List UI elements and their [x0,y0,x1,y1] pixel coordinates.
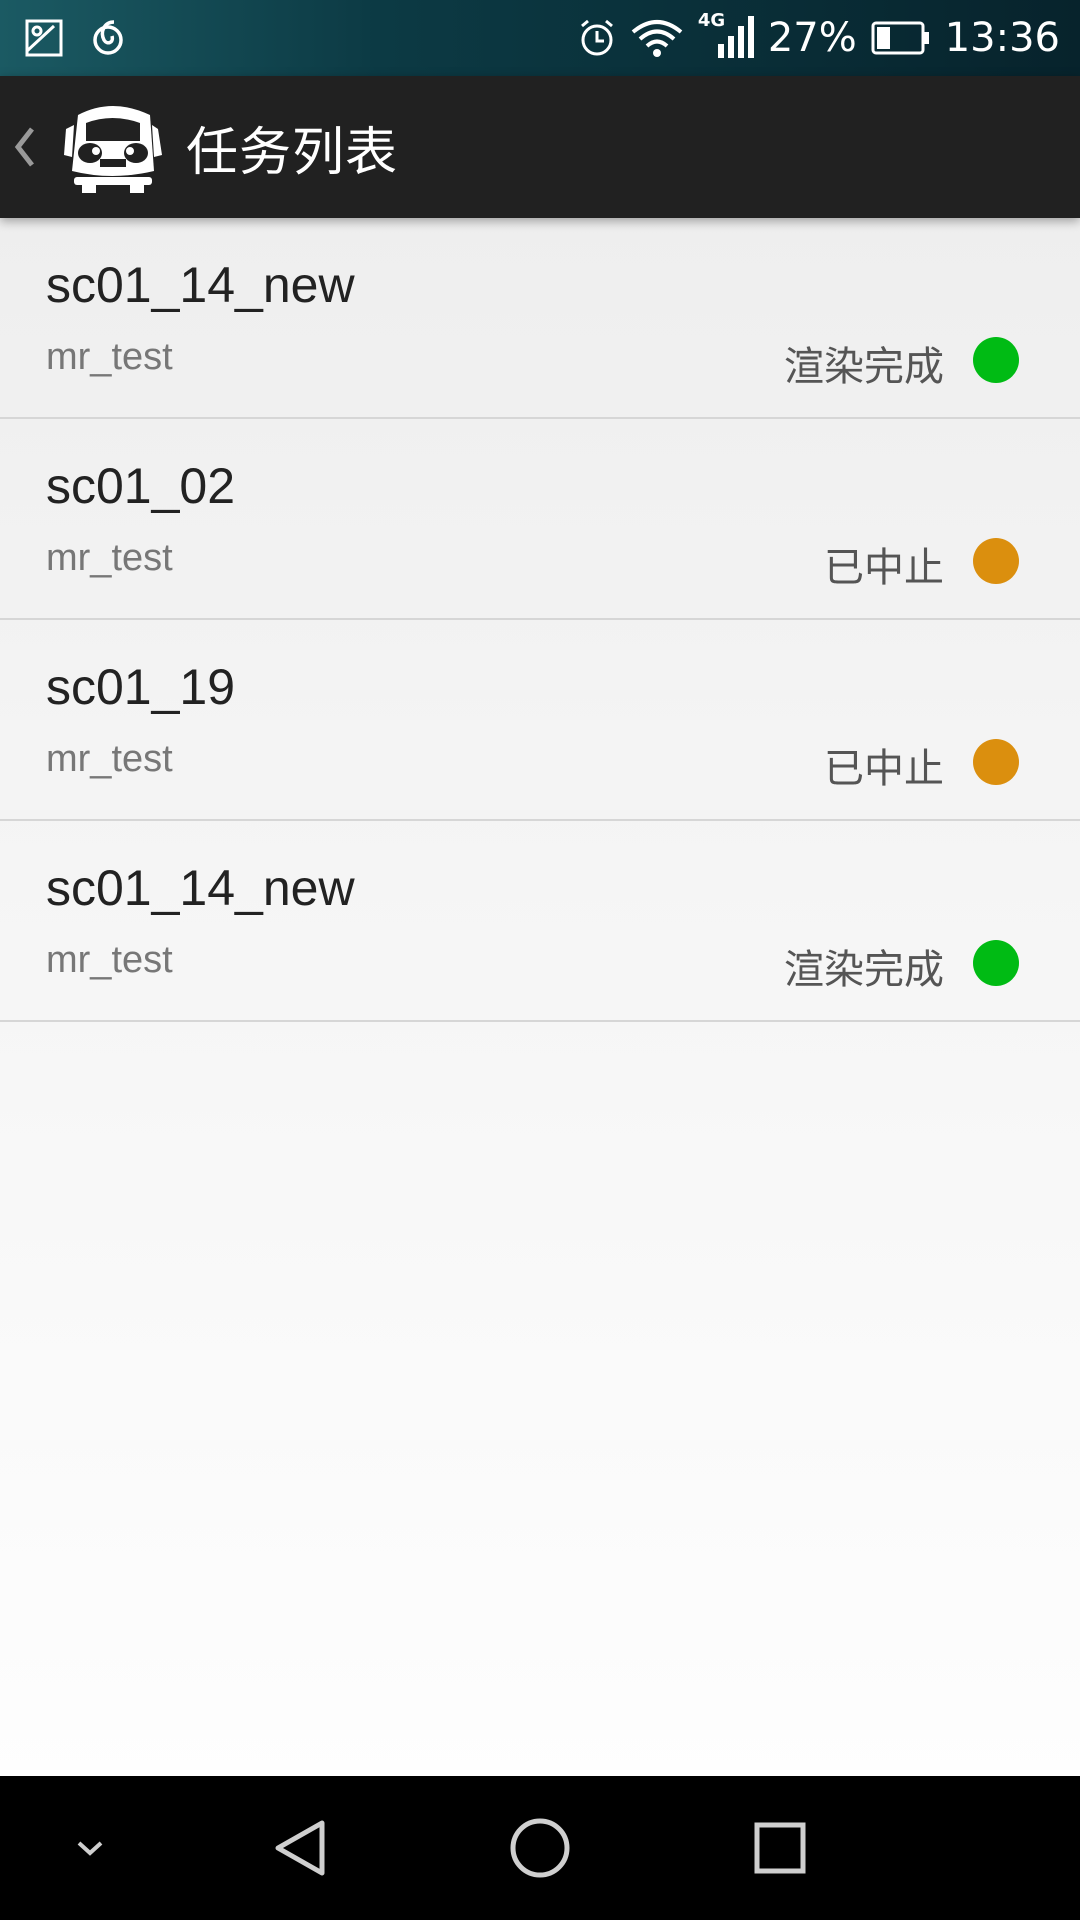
status-dot-icon [973,337,1019,383]
battery-icon [871,21,929,55]
task-user: mr_test [46,537,173,579]
task-status-text: 已中止 [824,746,944,792]
task-user: mr_test [46,336,173,378]
task-status-text: 已中止 [824,545,944,591]
task-list: sc01_14_new mr_test 渲染完成 sc01_02 mr_test… [0,218,1080,1022]
task-name: sc01_19 [46,659,236,715]
nav-recents-button[interactable] [730,1776,830,1920]
bus-logo-icon[interactable] [60,95,164,199]
clock: 13:36 [944,15,1060,61]
recents-square-icon [754,1822,806,1874]
task-row[interactable]: sc01_14_new mr_test 渲染完成 [0,218,1080,419]
status-bar-left [24,18,152,58]
chevron-down-icon [77,1841,103,1856]
app-bar: 任务列表 [0,76,1080,218]
task-name: sc01_02 [46,458,236,514]
battery-percent: 27% [767,15,857,61]
status-dot-icon [973,940,1019,986]
status-dot-icon [973,739,1019,785]
navigation-bar [0,1776,1080,1920]
home-circle-icon [510,1818,570,1878]
task-status-text: 渲染完成 [784,344,944,390]
task-user: mr_test [46,738,173,780]
status-bar-right: 4G 27% 13:36 [564,10,1060,62]
hide-nav-button[interactable] [50,1776,130,1920]
nav-back-button[interactable] [250,1776,350,1920]
task-row[interactable]: sc01_19 mr_test 已中止 [0,620,1080,821]
status-dot-icon [973,538,1019,584]
status-bar: 4G 27% 13:36 [0,0,1080,76]
netease-music-icon [93,20,123,55]
back-button[interactable] [12,117,48,177]
task-name: sc01_14_new [46,257,355,313]
back-triangle-icon [275,1820,325,1876]
page-title: 任务列表 [186,122,399,183]
task-name: sc01_14_new [46,860,355,916]
wifi-icon [631,20,683,57]
task-row[interactable]: sc01_14_new mr_test 渲染完成 [0,821,1080,1022]
chevron-left-icon [14,127,34,167]
task-status-text: 渲染完成 [784,947,944,993]
nav-home-button[interactable] [490,1776,590,1920]
signal-icon: 4G [698,10,754,62]
task-row[interactable]: sc01_02 mr_test 已中止 [0,419,1080,620]
gallery-icon [25,19,63,57]
alarm-icon [580,19,613,56]
task-user: mr_test [46,939,173,981]
